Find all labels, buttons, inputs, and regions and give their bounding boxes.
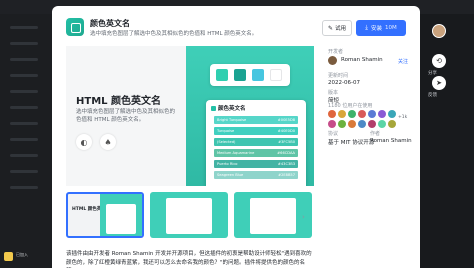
install-button[interactable]: ⤓ 安装 10M [356,20,406,36]
updated-value: 2022-06-07 [328,80,360,86]
user-avatar-dot[interactable] [338,110,346,118]
color-row[interactable]: Turquoise #40E0D0 [214,127,298,135]
color-name: Medium Aquamarine [217,151,255,155]
thumbnail-3[interactable] [234,192,312,238]
right-rail: ⟲ 分享 ➤ 反馈 [424,14,474,268]
user-avatar-dot[interactable] [368,110,376,118]
developer-avatar [328,56,337,65]
swatch [234,69,246,81]
color-row[interactable]: Puerto Rico #43C3B3 [214,160,298,168]
color-row[interactable]: Bright Turquoise #00E5D8 [214,116,298,124]
plugin-window-title: 颜色英文名 [211,104,246,112]
user-avatar-dot[interactable] [348,110,356,118]
color-value: #40E0D0 [277,129,295,133]
thumbnail-card [166,198,212,234]
user-avatar-dot[interactable] [358,110,366,118]
install-count: 10M [384,25,397,31]
figma-icon: ♠ [100,134,116,150]
thumbnail-panel [100,194,142,236]
feedback-label: 反馈 [428,93,437,98]
share-label: 分享 [428,71,437,76]
plugin-description: 该插件由由开发者 Roman Shamin 开发并开源项目，但这插件的初衷是帮助… [66,251,312,266]
install-label: 安装 [370,26,382,32]
try-button[interactable]: ✎ 试用 [322,20,352,36]
color-name: Bright Turquoise [217,118,247,122]
plugin-title: 颜色英文名 [90,19,130,28]
color-row[interactable]: (Selected) #3FC5B0 [214,138,298,146]
thumbnail-card [250,198,296,234]
color-value: #00E5D8 [277,118,295,122]
follow-button[interactable]: 关注 [398,58,408,65]
bottom-user-text: 已加入 [16,252,28,257]
thumbnail-2[interactable] [150,192,228,238]
users-label: 1180 位用户在使用 [328,103,373,109]
user-avatar-dot[interactable] [378,110,386,118]
developer-label: 开发者 [328,49,344,55]
color-name: Puerto Rico [217,162,238,166]
user-avatar[interactable] [432,24,446,38]
color-row[interactable]: Seagreen Blue #2E8B57 [214,171,298,179]
hero-description: 选中填充色图层了解选中色及其相似色的色值和 HTML 颜色英文名。 [76,109,176,123]
try-icon: ✎ [327,24,333,32]
swatch [216,69,228,81]
swatch-card [210,64,290,86]
thumbnail-panel [150,192,228,238]
color-row[interactable]: Medium Aquamarine #66CDAA [214,149,298,157]
plugin-window: 颜色英文名 Bright Turquoise #00E5D8 Turquoise #4… [206,100,306,186]
updated-label: 更新时间 [328,73,349,79]
color-name: Turquoise [217,129,235,133]
color-value: #66CDAA [277,151,295,155]
share-icon[interactable]: ⟲ [432,54,446,68]
thumbnail-card [106,204,136,234]
user-avatar-dot[interactable] [338,120,346,128]
user-avatar-dot[interactable] [388,120,396,128]
version-label: 版本 [328,90,339,96]
swatch [270,69,282,81]
more-users[interactable]: +1k [398,115,407,120]
thumbnail-1[interactable]: HTML 颜色英文名 [66,192,144,238]
color-value: #3FC5B0 [278,140,295,144]
bottom-user[interactable]: 已加入 [4,250,48,264]
feedback-icon[interactable]: ➤ [432,76,446,90]
user-avatar-dot[interactable] [388,110,396,118]
user-avatar-dot[interactable] [378,120,386,128]
user-avatar-dot[interactable] [358,120,366,128]
license-value: 基于 MIT 协议开源 [328,140,375,146]
swatch [252,69,264,81]
color-value: #2E8B57 [278,173,295,177]
plugin-detail-modal: 颜色英文名 选中填充色图层了解选中色及其相似色的色值和 HTML 颜色英文名。 … [52,6,420,268]
color-name: Seagreen Blue [217,173,244,177]
developer-name[interactable]: Roman Shamin [341,57,383,63]
hero-title: HTML 颜色英文名 [76,96,161,107]
thumbnail-panel [234,192,312,238]
author-value: Roman Shamin [370,138,412,144]
team-avatar [4,252,13,261]
hero-preview: HTML 颜色英文名 选中填充色图层了解选中色及其相似色的色值和 HTML 颜色… [66,46,314,186]
color-value: #43C3B3 [277,162,295,166]
plugin-icon [66,18,84,36]
preview-panel: 颜色英文名 Bright Turquoise #00E5D8 Turquoise #4… [186,46,314,186]
user-avatar-dot[interactable] [368,120,376,128]
user-avatar-dot[interactable] [328,120,336,128]
license-label: 协议 [328,131,339,137]
palette-icon: ◐ [76,134,92,150]
try-label: 试用 [335,26,347,32]
plugin-subtitle: 选中填充色图层了解选中色及其相似色的色值和 HTML 颜色英文名。 [90,31,258,37]
user-avatar-dot[interactable] [328,110,336,118]
next-arrow-icon[interactable]: › [302,213,310,221]
download-icon: ⤓ [365,24,368,31]
color-name: (Selected) [217,140,236,144]
user-avatar-dot[interactable] [348,120,356,128]
author-label: 作者 [370,131,381,137]
